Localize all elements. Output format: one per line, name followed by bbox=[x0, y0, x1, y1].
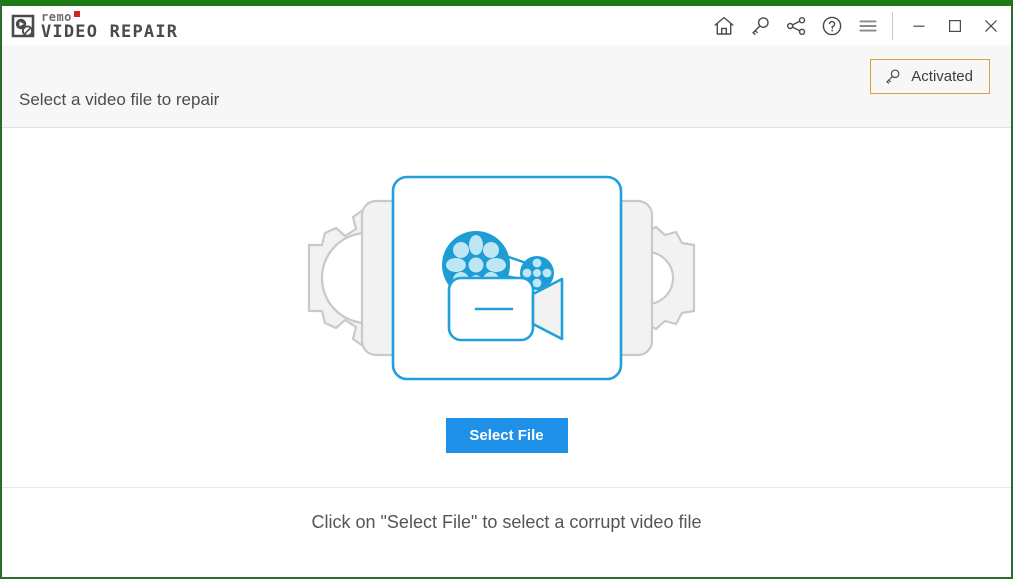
key-icon[interactable] bbox=[742, 6, 778, 45]
share-icon-glyph bbox=[786, 16, 806, 35]
maximize-button[interactable] bbox=[937, 6, 973, 45]
activated-status-button[interactable]: Activated bbox=[870, 59, 990, 94]
video-repair-illustration bbox=[307, 175, 695, 381]
brand-product-label: VIDEO REPAIR bbox=[41, 21, 179, 42]
app-window: remo VIDEO REPAIR Select a video file to… bbox=[0, 0, 1013, 579]
share-icon[interactable] bbox=[778, 6, 814, 45]
brand-remo-label: remo bbox=[41, 9, 72, 24]
video-camera-icon bbox=[447, 276, 563, 342]
maximize-icon bbox=[948, 19, 962, 32]
activated-label: Activated bbox=[911, 68, 973, 85]
close-button[interactable] bbox=[973, 6, 1009, 45]
titlebar-actions bbox=[706, 6, 1011, 45]
select-file-button[interactable]: Select File bbox=[445, 418, 568, 453]
brand-text: remo VIDEO REPAIR bbox=[41, 11, 178, 41]
close-icon bbox=[985, 19, 997, 32]
help-icon-glyph bbox=[822, 16, 842, 35]
menu-icon[interactable] bbox=[850, 6, 886, 45]
menu-icon-glyph bbox=[859, 19, 877, 32]
brand-dot bbox=[73, 11, 80, 17]
key-icon bbox=[886, 69, 900, 84]
minimize-button[interactable] bbox=[901, 6, 937, 45]
app-logo: remo VIDEO REPAIR bbox=[10, 11, 178, 41]
home-icon[interactable] bbox=[706, 6, 742, 45]
remo-logo-icon bbox=[11, 14, 35, 37]
home-icon-glyph bbox=[714, 16, 734, 35]
key-icon-glyph bbox=[752, 16, 769, 35]
page-title: Select a video file to repair bbox=[19, 90, 220, 109]
brand-top-row: remo bbox=[41, 11, 178, 23]
header-strip: Select a video file to repair Activated bbox=[2, 45, 1011, 128]
titlebar-divider bbox=[892, 11, 893, 40]
title-bar: remo VIDEO REPAIR bbox=[2, 6, 1011, 45]
help-icon[interactable] bbox=[814, 6, 850, 45]
footer: Click on "Select File" to select a corru… bbox=[2, 489, 1011, 575]
footer-hint-text: Click on "Select File" to select a corru… bbox=[311, 512, 702, 532]
minimize-icon bbox=[913, 25, 925, 27]
main-content: Select File bbox=[2, 128, 1011, 488]
